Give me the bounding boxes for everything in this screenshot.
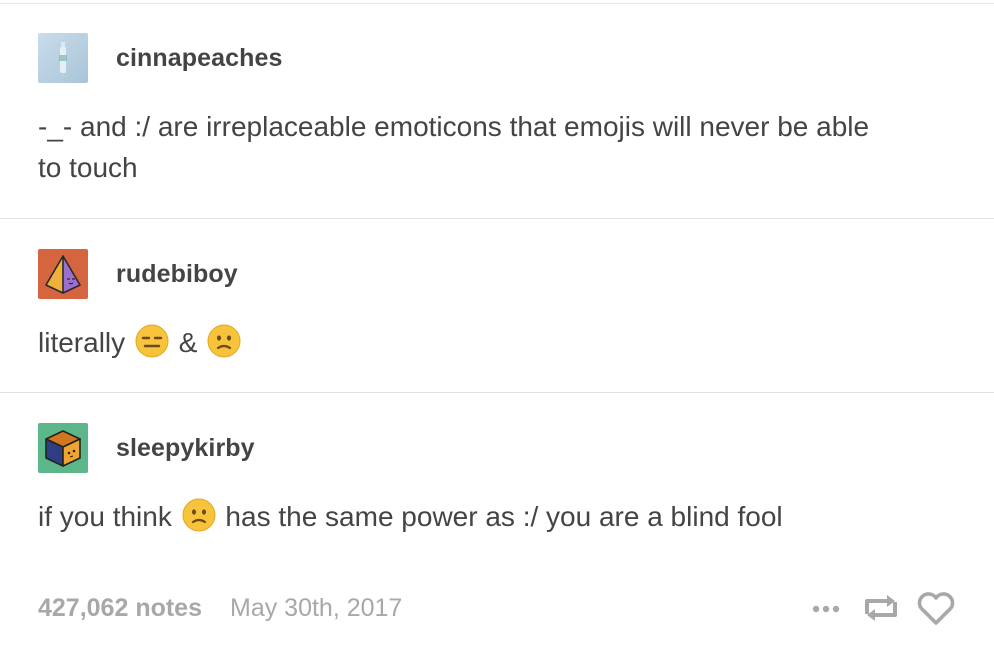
post-text-segment: & (178, 327, 198, 358)
post-date[interactable]: May 30th, 2017 (230, 594, 402, 623)
confused-face-icon (182, 498, 216, 532)
cube-avatar[interactable] (38, 423, 88, 473)
post-text: literally & (38, 322, 958, 363)
post-text-segment: has the same power as :/ you are a blind… (225, 501, 783, 532)
post-text-segment: if you think (38, 501, 172, 532)
confused-face-icon (207, 324, 241, 358)
username[interactable]: cinnapeaches (116, 44, 283, 73)
username[interactable]: rudebiboy (116, 260, 238, 289)
reblog-icon[interactable] (856, 588, 906, 628)
post-text-line: to touch (38, 152, 138, 183)
post-text-segment: literally (38, 327, 126, 358)
post-header: cinnapeaches (38, 33, 283, 83)
divider (0, 218, 994, 219)
cinnapeaches-avatar[interactable] (38, 33, 88, 83)
post-text: -_- and :/ are irreplaceable emoticons t… (38, 106, 958, 188)
more-icon[interactable] (806, 593, 850, 623)
heart-icon[interactable] (914, 588, 958, 628)
expressionless-face-icon (135, 324, 169, 358)
post-text: if you think has the same power as :/ yo… (38, 496, 958, 537)
tumblr-post-thread: cinnapeaches -_- and :/ are irreplaceabl… (0, 0, 994, 650)
username[interactable]: sleepykirby (116, 434, 255, 463)
post-header: rudebiboy (38, 249, 238, 299)
post-header: sleepykirby (38, 423, 255, 473)
post-actions (806, 588, 958, 628)
post-footer: 427,062 notes May 30th, 2017 (38, 586, 958, 630)
post-text-line: -_- and :/ are irreplaceable emoticons t… (38, 111, 870, 142)
divider (0, 392, 994, 393)
pyramid-avatar[interactable] (38, 249, 88, 299)
top-divider (0, 3, 994, 4)
notes-count[interactable]: 427,062 notes (38, 594, 202, 623)
